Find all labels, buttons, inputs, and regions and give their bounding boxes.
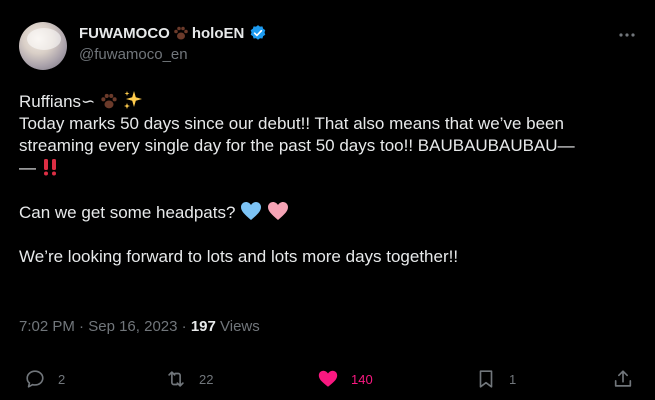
action-bar: 2 22 140 1 bbox=[0, 368, 655, 398]
double-exclamation-icon bbox=[43, 159, 56, 176]
display-name-text: FUWAMOCO bbox=[79, 24, 170, 42]
views-count: 197 bbox=[190, 318, 216, 335]
handle[interactable]: @fuwamoco_en bbox=[79, 46, 267, 63]
tweet-line-6: We’re looking forward to lots and lots m… bbox=[19, 247, 459, 266]
meta-separator: · bbox=[181, 318, 187, 335]
tweet-line-5-text: Can we get some headpats? bbox=[19, 203, 236, 222]
views-label: Views bbox=[220, 318, 260, 335]
bookmark-button[interactable]: 1 bbox=[475, 368, 516, 390]
pink-heart-icon bbox=[267, 202, 288, 220]
paw-icon bbox=[174, 26, 188, 40]
like-count: 140 bbox=[351, 371, 373, 387]
tweet-date[interactable]: Sep 16, 2023 bbox=[88, 318, 177, 335]
tweet-line-1-text: Ruffians∽ bbox=[19, 92, 96, 111]
like-button[interactable]: 140 bbox=[317, 368, 373, 390]
tweet-card: FUWAMOCO holoEN @fuwamoco_en Ruffians∽ T… bbox=[0, 0, 655, 400]
tweet-line-3: streaming every single day for the past … bbox=[19, 136, 575, 155]
retweet-icon bbox=[168, 371, 184, 387]
bookmark-count: 1 bbox=[509, 371, 517, 387]
retweet-button[interactable]: 22 bbox=[165, 368, 213, 390]
tweet-line-4-text: — bbox=[19, 158, 36, 177]
reply-count: 2 bbox=[58, 371, 66, 387]
tweet-line-4: — bbox=[19, 157, 639, 179]
tweet-line-1: Ruffians∽ bbox=[19, 90, 639, 113]
tweet-line-5: Can we get some headpats? bbox=[19, 201, 639, 224]
tweet-line-2: Today marks 50 days since our debut!! Th… bbox=[19, 114, 564, 133]
display-name[interactable]: FUWAMOCO holoEN bbox=[79, 24, 267, 42]
display-name-suffix: holoEN bbox=[191, 24, 245, 42]
bookmark-icon bbox=[479, 370, 493, 388]
blue-heart-icon bbox=[241, 202, 262, 220]
paw-icon bbox=[101, 93, 117, 109]
tweet-header: FUWAMOCO holoEN @fuwamoco_en bbox=[79, 24, 267, 63]
reply-icon bbox=[26, 370, 44, 388]
meta-separator: · bbox=[79, 318, 85, 335]
like-icon bbox=[318, 370, 338, 387]
tweet-text: Ruffians∽ Today marks 50 days since our … bbox=[19, 90, 639, 268]
tweet-time[interactable]: 7:02 PM bbox=[19, 318, 75, 335]
share-icon bbox=[614, 370, 632, 387]
tweet-meta: 7:02 PM · Sep 16, 2023 · 197 Views bbox=[19, 318, 260, 335]
retweet-count: 22 bbox=[199, 371, 214, 387]
verified-icon[interactable] bbox=[249, 24, 267, 42]
reply-button[interactable]: 2 bbox=[24, 368, 65, 390]
share-button[interactable] bbox=[612, 368, 634, 390]
sparkles-icon bbox=[123, 91, 142, 109]
avatar[interactable] bbox=[19, 22, 67, 70]
more-icon[interactable] bbox=[616, 24, 638, 46]
